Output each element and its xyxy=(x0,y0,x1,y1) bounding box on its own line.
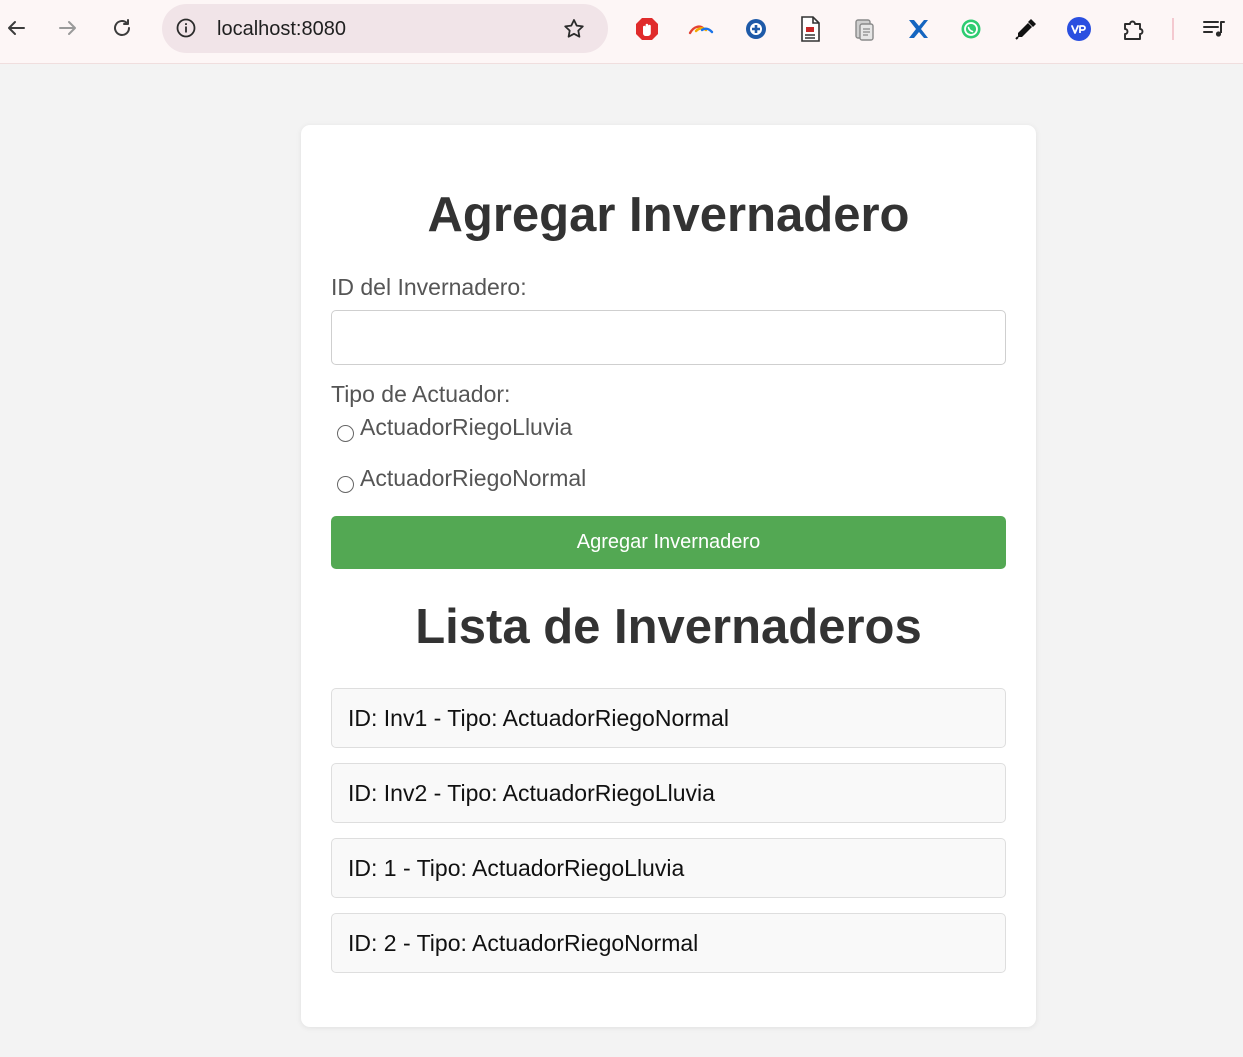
plus-circle-icon[interactable] xyxy=(743,16,769,42)
main-card: Agregar Invernadero ID del Invernadero: … xyxy=(301,125,1036,1027)
radio-button[interactable] xyxy=(337,476,354,493)
radio-button[interactable] xyxy=(337,425,354,442)
reload-icon[interactable] xyxy=(108,14,136,42)
toolbar-divider xyxy=(1172,18,1174,40)
clipboard-icon[interactable] xyxy=(851,16,877,42)
radio-option-lluvia[interactable]: ActuadorRiegoLluvia xyxy=(337,414,572,442)
list-title: Lista de Invernaderos xyxy=(415,600,922,654)
vpn-icon[interactable] xyxy=(1066,16,1092,42)
form-title: Agregar Invernadero xyxy=(427,188,910,242)
radio-label[interactable]: ActuadorRiegoNormal xyxy=(360,465,586,492)
whatsapp-icon[interactable] xyxy=(958,16,984,42)
list-item: ID: Inv2 - Tipo: ActuadorRiegoLluvia xyxy=(331,763,1006,823)
bookmark-star-icon[interactable] xyxy=(562,17,586,41)
back-arrow-icon[interactable] xyxy=(2,14,30,42)
radio-option-normal[interactable]: ActuadorRiegoNormal xyxy=(337,465,586,493)
id-label: ID del Invernadero: xyxy=(331,274,527,300)
list-item: ID: Inv1 - Tipo: ActuadorRiegoNormal xyxy=(331,688,1006,748)
address-url: localhost:8080 xyxy=(217,18,346,40)
radio-label[interactable]: ActuadorRiegoLluvia xyxy=(360,414,572,441)
rainbow-arc-icon[interactable] xyxy=(688,16,714,42)
invernadero-list: ID: Inv1 - Tipo: ActuadorRiegoNormal ID:… xyxy=(331,688,1006,988)
list-item: ID: 2 - Tipo: ActuadorRiegoNormal xyxy=(331,913,1006,973)
forward-arrow-icon[interactable] xyxy=(54,14,82,42)
browser-toolbar: localhost:8080 xyxy=(0,0,1243,64)
cross-x-icon[interactable] xyxy=(905,16,931,42)
add-invernadero-button[interactable]: Agregar Invernadero xyxy=(331,516,1006,569)
puzzle-extensions-icon[interactable] xyxy=(1121,16,1147,42)
eyedropper-icon[interactable] xyxy=(1013,16,1039,42)
document-icon[interactable] xyxy=(797,16,823,42)
address-bar[interactable]: localhost:8080 xyxy=(162,4,608,53)
tipo-label: Tipo de Actuador: xyxy=(331,381,511,407)
list-item: ID: 1 - Tipo: ActuadorRiegoLluvia xyxy=(331,838,1006,898)
adblock-icon[interactable] xyxy=(634,16,660,42)
id-input[interactable] xyxy=(331,310,1006,365)
media-playlist-icon[interactable] xyxy=(1201,16,1227,42)
info-icon[interactable] xyxy=(176,18,196,38)
